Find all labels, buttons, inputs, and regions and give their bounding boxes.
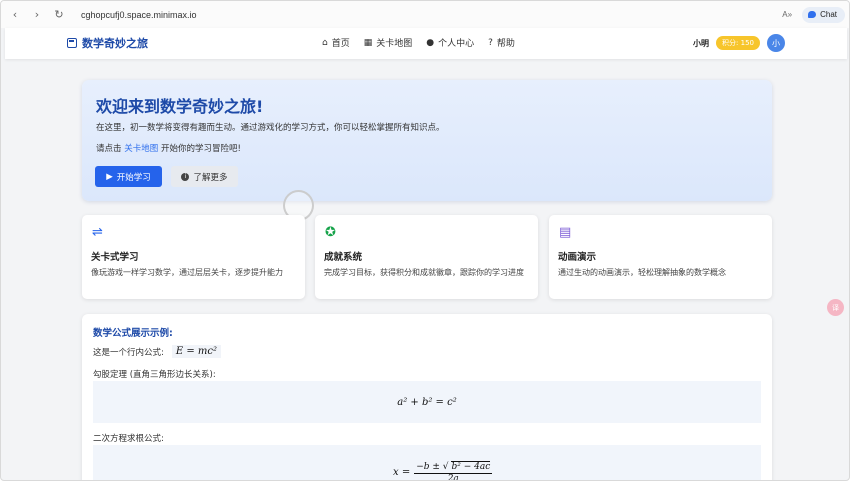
- hero-description: 在这里，初一数学将变得有趣而生动。通过游戏化的学习方式，你可以轻松掌握所有知识点…: [96, 123, 445, 133]
- prompt-prefix: 请点击: [96, 144, 122, 154]
- feature-card-achievements[interactable]: ✪ 成就系统 完成学习目标，获得积分和成就徽章，跟踪你的学习进度: [315, 215, 538, 299]
- medal-icon: ✪: [325, 225, 336, 240]
- home-icon: ⌂: [322, 37, 328, 48]
- quadratic-formula: x = −b ± √ b² − 4ac 2a: [393, 461, 493, 481]
- back-icon[interactable]: ‹: [7, 7, 23, 23]
- start-button-label: 开始学习: [116, 172, 151, 183]
- quadratic-formula-box: x = −b ± √ b² − 4ac 2a: [93, 445, 761, 481]
- inline-formula: E = mc²: [171, 345, 222, 358]
- quadratic-numerator: −b ± √ b² − 4ac: [414, 461, 493, 474]
- feature-description: 像玩游戏一样学习数学，通过层层关卡，逐步提升能力: [91, 268, 283, 277]
- film-icon: ▤: [559, 225, 572, 240]
- user-area: 小明 积分: 150 小: [693, 34, 785, 52]
- address-bar[interactable]: cghopcufj0.space.minimax.io: [81, 10, 782, 20]
- nav-label: 帮助: [496, 39, 515, 49]
- feature-title: 关卡式学习: [91, 252, 139, 263]
- feature-description: 完成学习目标，获得积分和成就徽章，跟踪你的学习进度: [324, 268, 524, 277]
- forward-icon[interactable]: ›: [29, 7, 45, 23]
- map-icon: ▦: [363, 37, 373, 48]
- inline-formula-row: 这是一个行内公式: E = mc²: [93, 345, 222, 358]
- brand-title: 数学奇妙之旅: [82, 37, 148, 50]
- nav-label: 个人中心: [438, 39, 475, 49]
- quadratic-label: 二次方程求根公式:: [93, 434, 164, 444]
- brand-logo[interactable]: 数学奇妙之旅: [67, 35, 148, 51]
- browser-toolbar: ‹ › ↻ cghopcufj0.space.minimax.io A» Cha…: [1, 1, 849, 28]
- feature-title: 成就系统: [324, 252, 363, 263]
- nav-label: 首页: [331, 39, 350, 49]
- quadratic-denominator: 2a: [447, 474, 459, 481]
- nav-item-profile[interactable]: ● 个人中心: [426, 36, 475, 50]
- welcome-hero: 欢迎来到数学奇妙之旅! 在这里，初一数学将变得有趣而生动。通过游戏化的学习方式，…: [82, 80, 772, 201]
- browser-window: ‹ › ↻ cghopcufj0.space.minimax.io A» Cha…: [0, 0, 850, 481]
- nav-item-home[interactable]: ⌂ 首页: [322, 36, 350, 50]
- nav-label: 关卡地图: [376, 39, 413, 49]
- calculator-icon: [67, 38, 77, 48]
- more-button-label: 了解更多: [193, 172, 228, 183]
- help-icon: ?: [488, 37, 493, 48]
- nav-item-level-map[interactable]: ▦ 关卡地图: [363, 36, 413, 50]
- signpost-icon: ⇌: [92, 225, 103, 240]
- chat-bubble-icon: [808, 11, 817, 18]
- app-header: 数学奇妙之旅 ⌂ 首页 ▦ 关卡地图 ● 个人中心 ? 帮助 小明 积分: 15…: [5, 28, 847, 59]
- feature-card-levels[interactable]: ⇌ 关卡式学习 像玩游戏一样学习数学，通过层层关卡，逐步提升能力: [82, 215, 305, 299]
- quadratic-lhs: x =: [393, 467, 411, 478]
- play-icon: ▶: [106, 171, 113, 182]
- radicand: b² − 4ac: [450, 461, 491, 472]
- start-learning-button[interactable]: ▶ 开始学习: [95, 166, 162, 187]
- level-map-link[interactable]: 关卡地图: [124, 144, 158, 154]
- points-badge: 积分: 150: [716, 36, 760, 50]
- chat-button[interactable]: Chat: [802, 6, 845, 23]
- formula-panel: 数学公式展示示例: 这是一个行内公式: E = mc² 勾股定理 (直角三角形边…: [82, 314, 772, 481]
- pythagoras-formula-box: a² + b² = c²: [93, 381, 761, 423]
- chat-button-label: Chat: [820, 10, 837, 19]
- avatar[interactable]: 小: [767, 34, 785, 52]
- quadratic-fraction: −b ± √ b² − 4ac 2a: [414, 461, 493, 481]
- numerator-prefix: −b ± √: [416, 461, 449, 472]
- user-name: 小明: [693, 38, 710, 48]
- user-icon: ●: [426, 37, 435, 48]
- hero-prompt: 请点击 关卡地图 开始你的学习冒险吧!: [96, 142, 241, 154]
- learn-more-button[interactable]: i 了解更多: [171, 166, 238, 187]
- translate-float-button[interactable]: 译: [827, 299, 844, 316]
- hero-title: 欢迎来到数学奇妙之旅!: [96, 97, 264, 116]
- formula-panel-title: 数学公式展示示例:: [93, 328, 173, 339]
- info-icon: i: [181, 172, 190, 181]
- pythagoras-formula: a² + b² = c²: [397, 396, 457, 408]
- pythagoras-label: 勾股定理 (直角三角形边长关系):: [93, 370, 216, 380]
- reader-mode-icon[interactable]: A»: [782, 10, 792, 19]
- main-nav: ⌂ 首页 ▦ 关卡地图 ● 个人中心 ? 帮助: [322, 36, 515, 50]
- feature-card-animations[interactable]: ▤ 动画演示 通过生动的动画演示，轻松理解抽象的数学概念: [549, 215, 772, 299]
- prompt-suffix: 开始你的学习冒险吧!: [160, 144, 241, 154]
- feature-description: 通过生动的动画演示，轻松理解抽象的数学概念: [558, 268, 726, 277]
- inline-formula-label: 这是一个行内公式:: [93, 347, 164, 358]
- reload-icon[interactable]: ↻: [51, 7, 67, 23]
- nav-item-help[interactable]: ? 帮助: [488, 36, 515, 50]
- feature-title: 动画演示: [558, 252, 597, 263]
